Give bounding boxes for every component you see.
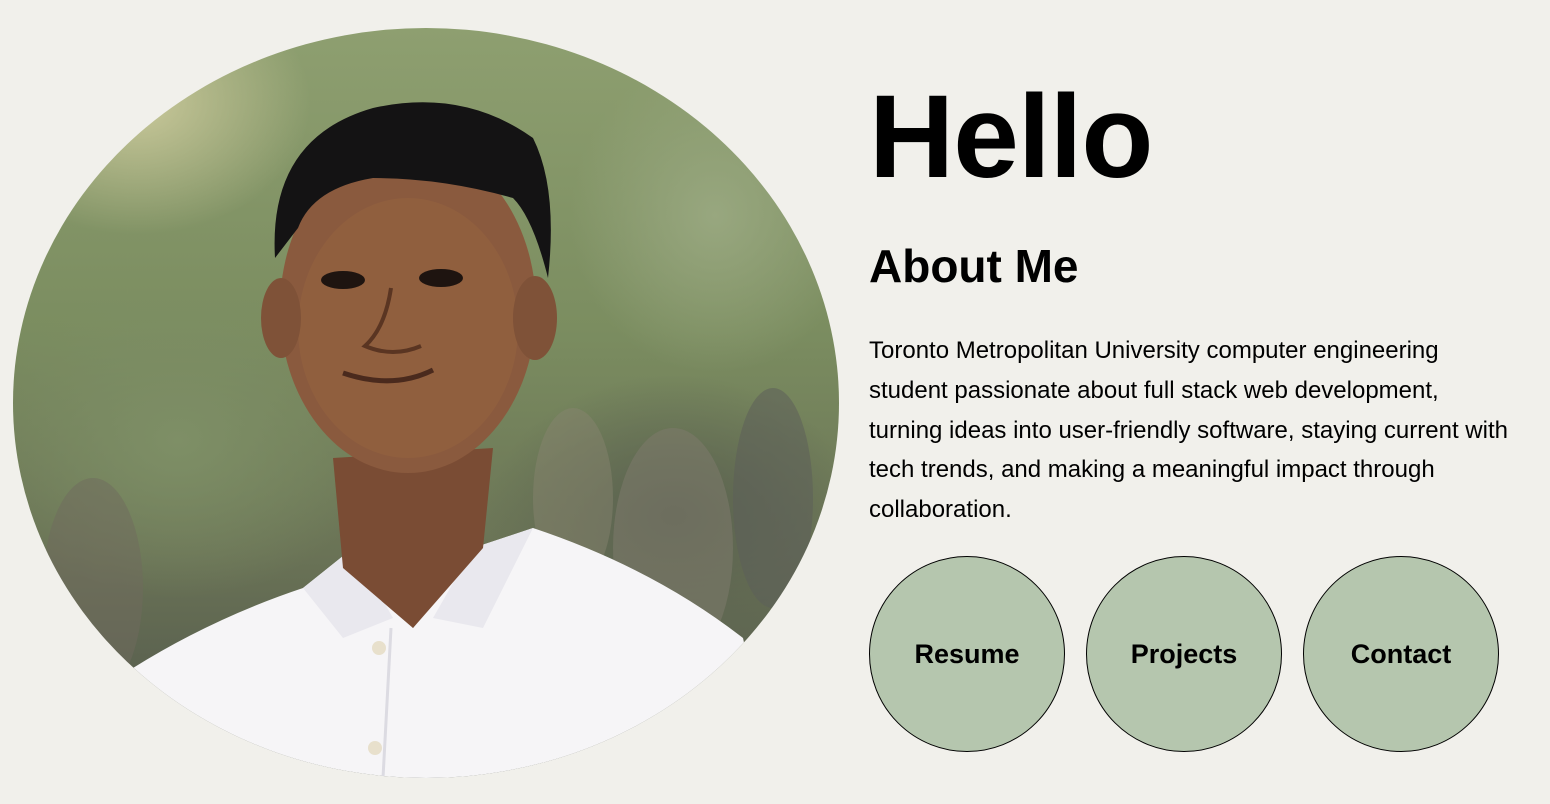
projects-button[interactable]: Projects [1086, 556, 1282, 752]
profile-photo [13, 28, 839, 778]
page: Hello About Me Toronto Metropolitan Univ… [0, 0, 1550, 804]
contact-button[interactable]: Contact [1303, 556, 1499, 752]
about-me-text: Toronto Metropolitan University computer… [869, 337, 1508, 523]
nav-buttons: Resume Projects Contact [869, 556, 1509, 754]
profile-photo-illustration [43, 102, 813, 778]
resume-button[interactable]: Resume [869, 556, 1065, 752]
greeting-heading: Hello [869, 71, 1153, 203]
about-me-heading: About Me [869, 240, 1079, 292]
